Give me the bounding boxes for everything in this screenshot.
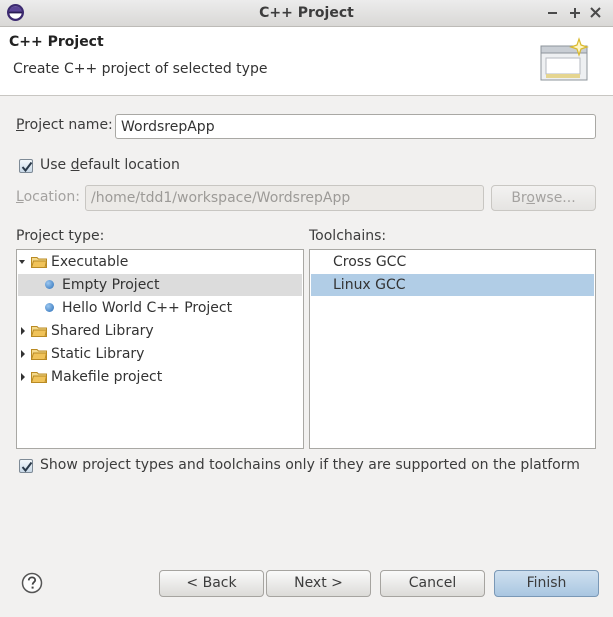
show-supported-checkbox[interactable] bbox=[19, 459, 33, 473]
toolchains-list[interactable]: Cross GCC Linux GCC bbox=[309, 249, 596, 449]
tree-item-label: Makefile project bbox=[51, 369, 163, 385]
finish-button[interactable]: Finish bbox=[494, 570, 599, 597]
banner-description: Create C++ project of selected type bbox=[13, 61, 268, 77]
maximize-button[interactable] bbox=[565, 2, 585, 22]
collapsed-arrow-icon bbox=[21, 373, 25, 381]
show-supported-label: Show project types and toolchains only i… bbox=[40, 457, 580, 473]
collapsed-arrow-icon bbox=[21, 350, 25, 358]
list-item-cross-gcc[interactable]: Cross GCC bbox=[311, 251, 594, 273]
checkmark-icon bbox=[21, 161, 33, 173]
tree-item-executable[interactable]: Executable bbox=[18, 251, 302, 273]
list-item-label: Linux GCC bbox=[333, 277, 406, 293]
folder-icon bbox=[31, 326, 47, 337]
checkmark-icon bbox=[21, 461, 33, 473]
close-button[interactable] bbox=[586, 2, 606, 22]
expanded-arrow-icon bbox=[19, 260, 25, 264]
tree-item-label: Executable bbox=[51, 254, 129, 270]
browse-button[interactable]: Browse... bbox=[491, 185, 596, 211]
project-name-label: Project name: bbox=[16, 117, 113, 133]
project-leaf-icon bbox=[45, 280, 54, 289]
location-input[interactable] bbox=[85, 185, 484, 211]
tree-item-label: Hello World C++ Project bbox=[62, 300, 233, 316]
next-button[interactable]: Next > bbox=[266, 570, 371, 597]
tree-item-makefile-project[interactable]: Makefile project bbox=[18, 366, 302, 388]
list-item-label: Cross GCC bbox=[333, 254, 407, 270]
use-default-location-label: Use default location bbox=[40, 157, 180, 173]
tree-item-label: Static Library bbox=[51, 346, 145, 362]
tree-item-shared-library[interactable]: Shared Library bbox=[18, 320, 302, 342]
use-default-location-checkbox[interactable] bbox=[19, 159, 33, 173]
project-leaf-icon bbox=[45, 303, 54, 312]
tree-item-label: Empty Project bbox=[62, 277, 160, 293]
window-title: C++ Project bbox=[259, 5, 354, 21]
back-button[interactable]: < Back bbox=[159, 570, 264, 597]
collapsed-arrow-icon bbox=[21, 327, 25, 335]
location-label: Location: bbox=[16, 189, 80, 205]
tree-item-empty-project[interactable]: Empty Project bbox=[18, 274, 302, 296]
new-project-wizard-icon bbox=[540, 37, 589, 81]
folder-icon bbox=[31, 372, 47, 383]
banner-title: C++ Project bbox=[9, 34, 104, 50]
minimize-icon bbox=[548, 12, 557, 14]
project-type-tree[interactable]: Executable Empty Project Hello World C++… bbox=[16, 249, 304, 449]
cancel-button[interactable]: Cancel bbox=[380, 570, 485, 597]
tree-item-hello-world[interactable]: Hello World C++ Project bbox=[18, 297, 302, 319]
toolchains-label: Toolchains: bbox=[309, 228, 387, 244]
list-item-linux-gcc[interactable]: Linux GCC bbox=[311, 274, 594, 296]
close-icon bbox=[590, 7, 601, 18]
tree-item-static-library[interactable]: Static Library bbox=[18, 343, 302, 365]
folder-icon bbox=[31, 349, 47, 360]
plus-icon bbox=[570, 8, 580, 18]
tree-item-label: Shared Library bbox=[51, 323, 154, 339]
question-circle-icon[interactable] bbox=[21, 572, 43, 594]
folder-open-icon bbox=[31, 257, 47, 268]
project-type-label: Project type: bbox=[16, 228, 105, 244]
minimize-button[interactable] bbox=[543, 2, 563, 22]
project-name-input[interactable] bbox=[115, 114, 596, 139]
